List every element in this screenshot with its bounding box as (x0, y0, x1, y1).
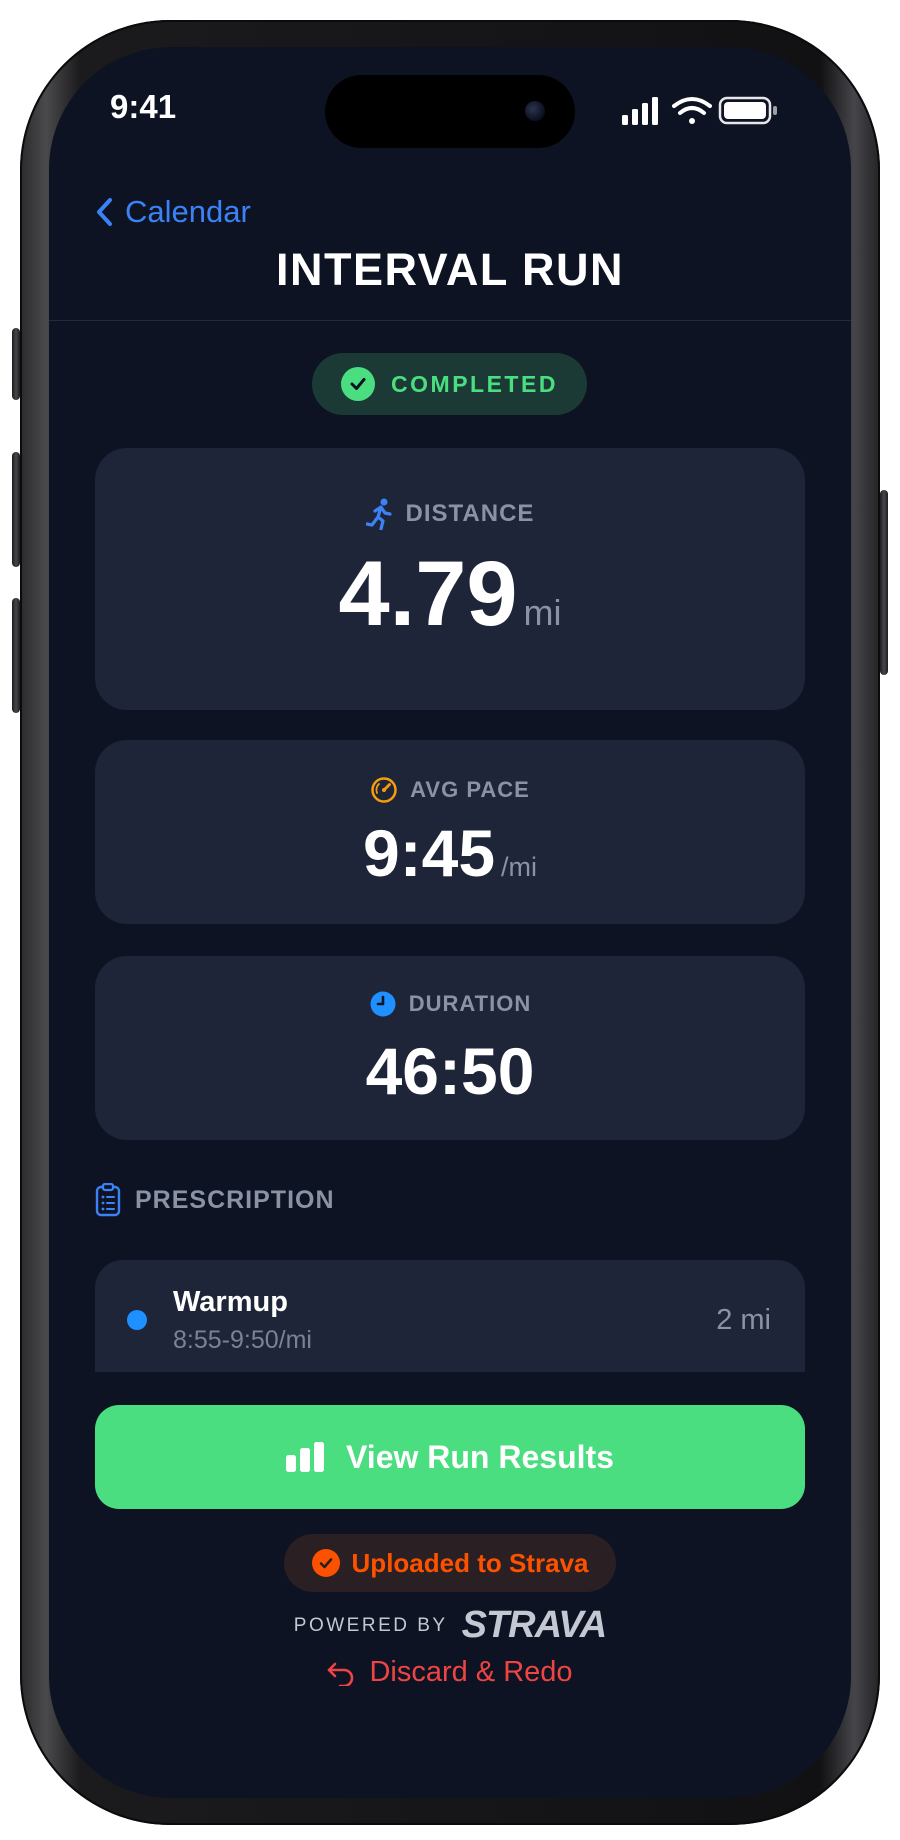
distance-card: DISTANCE 4.79 mi (95, 448, 805, 710)
discard-redo-button[interactable]: Discard & Redo (49, 1656, 851, 1689)
distance-label: DISTANCE (405, 500, 535, 527)
view-run-results-label: View Run Results (346, 1438, 614, 1475)
prescription-heading-label: PRESCRIPTION (135, 1185, 335, 1214)
speedometer-icon (371, 777, 397, 803)
discard-redo-label: Discard & Redo (369, 1656, 573, 1688)
dynamic-island (325, 75, 575, 148)
status-time: 9:41 (110, 88, 177, 125)
strava-logo: STRAVA (461, 1604, 608, 1646)
view-run-results-button[interactable]: View Run Results (95, 1405, 805, 1509)
signal-icon (622, 97, 658, 125)
strava-status-label: Uploaded to Strava (351, 1547, 589, 1578)
prescription-item-title: Warmup (173, 1286, 288, 1318)
runner-icon (365, 498, 392, 530)
distance-unit: mi (523, 592, 562, 633)
clipboard-icon (95, 1183, 121, 1217)
power-button (880, 490, 888, 675)
pace-card: AVG PACE 9:45 /mi (95, 740, 805, 924)
duration-label: DURATION (408, 991, 532, 1016)
undo-icon (328, 1662, 354, 1686)
battery-icon (718, 96, 777, 125)
pace-label: AVG PACE (410, 777, 530, 802)
powered-by-label: POWERED BY (293, 1614, 448, 1636)
clock-icon (370, 991, 396, 1017)
page-title: INTERVAL RUN (275, 244, 625, 295)
status-dot-icon (127, 1310, 147, 1330)
volume-up-button (12, 452, 20, 567)
duration-card: DURATION 46:50 (95, 956, 805, 1140)
status-icons (622, 96, 777, 125)
strava-upload-badge: Uploaded to Strava (284, 1534, 616, 1592)
action-button (12, 328, 20, 400)
check-circle-icon (341, 367, 376, 401)
nav-divider (49, 320, 851, 321)
check-circle-icon (311, 1549, 340, 1577)
badge-label: COMPLETED (391, 370, 558, 397)
prescription-item-pace: 8:55-9:50/mi (173, 1326, 312, 1354)
back-label: Calendar (125, 194, 251, 229)
wifi-icon (672, 97, 712, 124)
powered-by-strava: POWERED BY STRAVA (49, 1604, 851, 1647)
pace-value: 9:45 (362, 816, 496, 890)
prescription-heading: PRESCRIPTION (95, 1183, 335, 1217)
back-button[interactable]: Calendar (95, 194, 251, 230)
chevron-left-icon (97, 198, 112, 226)
bar-chart-icon (286, 1442, 325, 1472)
status-badge: COMPLETED (312, 353, 587, 415)
distance-value: 4.79 (338, 543, 518, 645)
duration-value: 46:50 (365, 1034, 535, 1108)
front-camera-icon (525, 101, 545, 121)
volume-down-button (12, 598, 20, 713)
pace-unit: /mi (501, 852, 538, 882)
prescription-item-distance: 2 mi (716, 1304, 771, 1336)
prescription-item[interactable]: Warmup 8:55-9:50/mi 2 mi (95, 1260, 805, 1372)
